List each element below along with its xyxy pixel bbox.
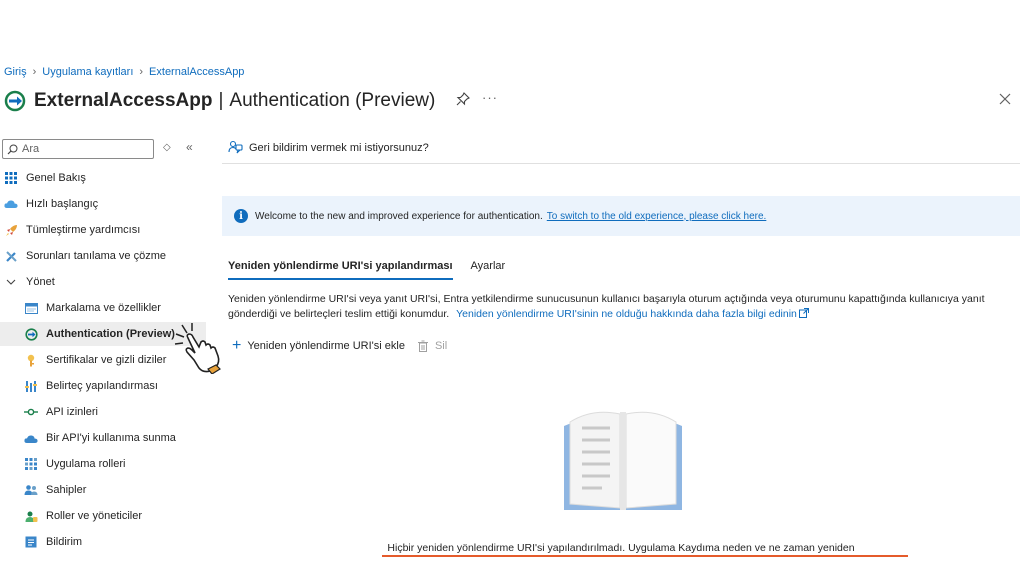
branding-icon	[24, 301, 38, 315]
pin-icon[interactable]	[456, 92, 470, 106]
token-bars-icon	[24, 379, 38, 393]
title-separator: |	[218, 90, 224, 111]
more-options-icon[interactable]: ···	[482, 90, 498, 105]
command-bar: + Yeniden yönlendirme URI'si ekle Sil	[232, 337, 459, 354]
admin-roles-icon	[24, 509, 38, 523]
page-title: Authentication (Preview)	[229, 90, 436, 111]
search-icon	[7, 144, 18, 154]
sidebar-item-label: Markalama ve özellikler	[46, 302, 161, 314]
sidebar-item-label: Authentication (Preview)	[46, 328, 175, 340]
diamond-toggle-icon[interactable]: ◇	[163, 142, 171, 153]
authentication-logo-icon	[4, 90, 26, 112]
sidebar-search[interactable]	[2, 139, 154, 159]
empty-state-book-icon	[564, 411, 682, 510]
description: Yeniden yönlendirme URI'si veya yanıt UR…	[228, 292, 1018, 322]
empty-state-text: Hiçbir yeniden yönlendirme URI'si yapıla…	[387, 542, 855, 554]
sidebar-item-app-roles[interactable]: Uygulama rolleri	[0, 452, 206, 476]
cloud-icon	[4, 197, 18, 211]
plus-icon: +	[232, 337, 242, 354]
banner-text: Welcome to the new and improved experien…	[255, 210, 543, 222]
app-name: ExternalAccessApp	[34, 90, 213, 111]
chevron-right-icon: ›	[32, 66, 37, 78]
sidebar-group-manage[interactable]: Yönet	[0, 270, 206, 294]
tab-redirect-uri-config[interactable]: Yeniden yönlendirme URI'si yapılandırmas…	[228, 260, 453, 280]
progress-underline	[382, 555, 908, 557]
wrench-icon	[4, 249, 18, 263]
feedback-icon	[228, 140, 243, 154]
chevron-down-icon	[4, 275, 18, 289]
sidebar-item-label: Belirteç yapılandırması	[46, 380, 158, 392]
sidebar-item-label: Yönet	[26, 276, 55, 288]
sidebar-item-token-config[interactable]: Belirteç yapılandırması	[0, 374, 206, 398]
feedback-text: Geri bildirim vermek mi istiyorsunuz?	[249, 141, 429, 154]
rocket-icon	[4, 223, 18, 237]
key-icon	[24, 353, 38, 367]
switch-old-experience-link[interactable]: To switch to the old experience, please …	[547, 211, 767, 222]
top-blank-area	[0, 0, 1024, 58]
tab-list: Yeniden yönlendirme URI'si yapılandırmas…	[228, 260, 523, 280]
add-redirect-uri-label: Yeniden yönlendirme URI'si ekle	[247, 340, 405, 352]
delete-button[interactable]: Sil	[417, 340, 447, 352]
cloud-api-icon	[24, 431, 38, 445]
sidebar-item-quickstart[interactable]: Hızlı başlangıç	[0, 192, 206, 216]
sidebar-item-label: API izinleri	[46, 406, 98, 418]
sidebar-item-label: Sertifikalar ve gizli diziler	[46, 354, 167, 366]
page-header: ExternalAccessApp | Authentication (Prev…	[4, 88, 435, 114]
sidebar-item-api-permissions[interactable]: API izinleri	[0, 400, 206, 424]
sidebar-item-label: Genel Bakış	[26, 172, 86, 184]
breadcrumb-app-registrations[interactable]: Uygulama kayıtları	[42, 66, 133, 78]
info-banner: i Welcome to the new and improved experi…	[222, 196, 1020, 236]
sidebar-item-label: Sahipler	[46, 484, 87, 496]
sidebar-item-label: Roller ve yöneticiler	[46, 510, 142, 522]
sidebar-item-roles-admins[interactable]: Roller ve yöneticiler	[0, 504, 206, 528]
chevron-right-icon: ›	[139, 66, 144, 78]
sidebar-item-label: Sorunları tanılama ve çözme	[26, 250, 167, 262]
authentication-icon	[24, 327, 38, 341]
sidebar-item-diagnose[interactable]: Sorunları tanılama ve çözme	[0, 244, 206, 268]
sidebar-item-owners[interactable]: Sahipler	[0, 478, 206, 502]
sidebar-item-label: Bir API'yi kullanıma sunma	[46, 432, 176, 444]
breadcrumb: Giriş › Uygulama kayıtları › ExternalAcc…	[4, 66, 244, 78]
divider	[222, 163, 1020, 164]
sidebar-item-overview[interactable]: Genel Bakış	[0, 166, 206, 190]
grid-icon	[4, 171, 18, 185]
close-icon[interactable]	[998, 92, 1012, 106]
sidebar-item-label: Bildirim	[46, 536, 83, 548]
sidebar-item-branding[interactable]: Markalama ve özellikler	[0, 296, 206, 320]
breadcrumb-home[interactable]: Giriş	[4, 66, 27, 78]
sidebar-item-expose-api[interactable]: Bir API'yi kullanıma sunma	[0, 426, 206, 450]
manifest-icon	[24, 535, 38, 549]
breadcrumb-app[interactable]: ExternalAccessApp	[149, 66, 244, 78]
learn-more-label: Yeniden yönlendirme URI'sinin ne olduğu …	[456, 308, 797, 320]
add-redirect-uri-button[interactable]: + Yeniden yönlendirme URI'si ekle	[232, 337, 405, 354]
sidebar-item-label: Uygulama rolleri	[46, 458, 126, 470]
trash-icon	[417, 340, 428, 352]
search-input[interactable]	[22, 143, 142, 155]
api-permissions-icon	[24, 405, 38, 419]
owners-icon	[24, 483, 38, 497]
collapse-sidebar-icon[interactable]: «	[186, 140, 193, 154]
delete-label: Sil	[434, 340, 448, 352]
tab-settings[interactable]: Ayarlar	[471, 260, 506, 280]
learn-more-link[interactable]: Yeniden yönlendirme URI'sinin ne olduğu …	[456, 308, 809, 320]
sidebar-item-label: Hızlı başlangıç	[26, 198, 99, 210]
sidebar-item-integration-assistant[interactable]: Tümleştirme yardımcısı	[0, 218, 206, 242]
sidebar-item-manifest[interactable]: Bildirim	[0, 530, 206, 554]
external-link-icon	[798, 308, 809, 318]
pointing-hand-cursor-icon	[174, 323, 221, 374]
info-icon: i	[234, 209, 248, 223]
roles-grid-icon	[24, 457, 38, 471]
sidebar-item-label: Tümleştirme yardımcısı	[26, 224, 141, 236]
feedback-link[interactable]: Geri bildirim vermek mi istiyorsunuz?	[228, 140, 429, 155]
